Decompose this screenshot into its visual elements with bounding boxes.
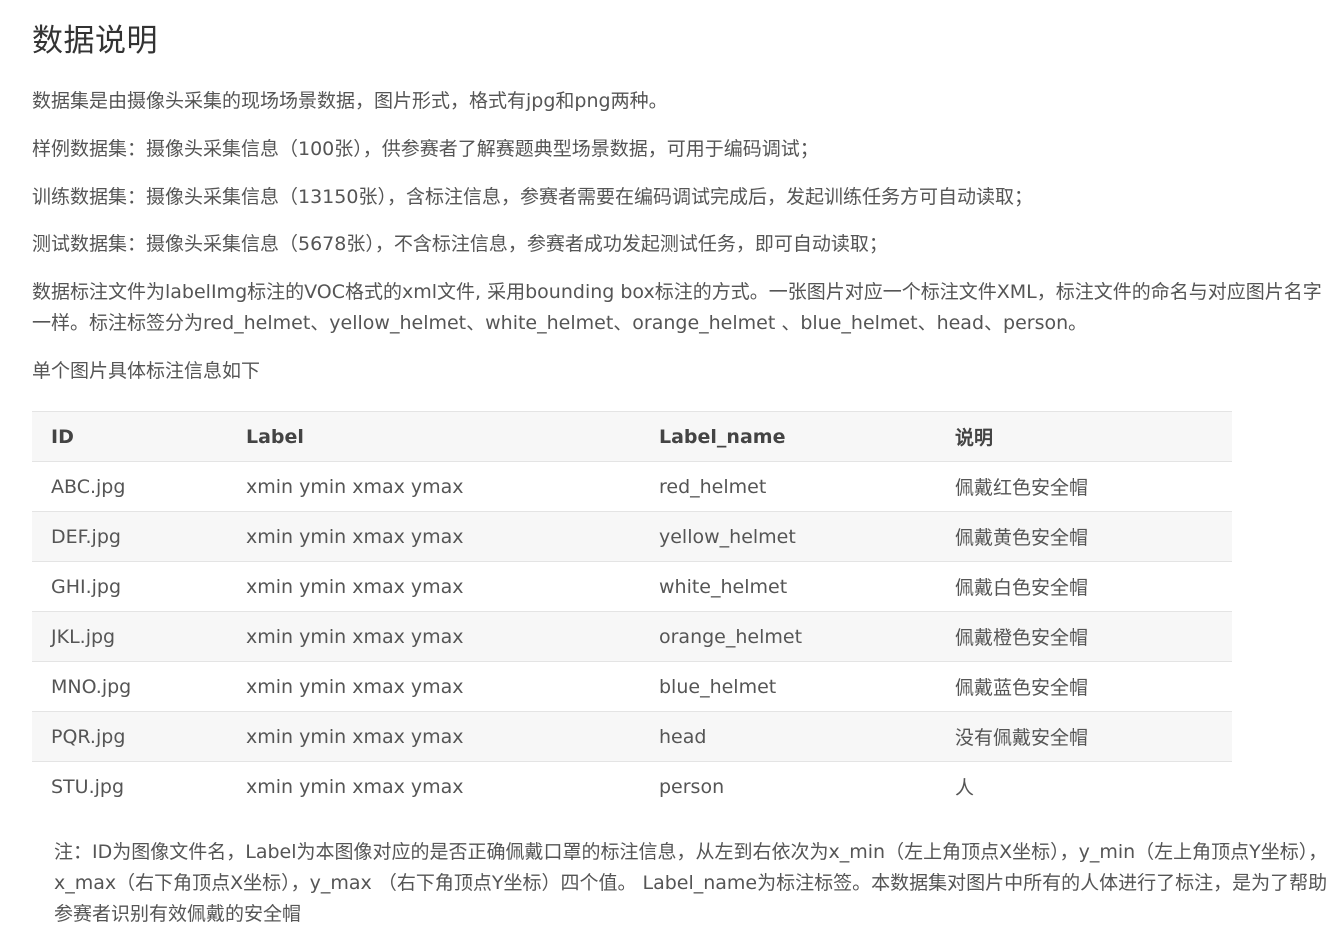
cell-label-name: orange_helmet bbox=[640, 611, 936, 662]
cell-id: JKL.jpg bbox=[32, 611, 227, 662]
cell-id: STU.jpg bbox=[32, 761, 227, 811]
cell-description: 佩戴黄色安全帽 bbox=[936, 511, 1232, 562]
document-page: 数据说明 数据集是由摄像头采集的现场场景数据，图片形式，格式有jpg和png两种… bbox=[0, 0, 1343, 950]
cell-description: 没有佩戴安全帽 bbox=[936, 711, 1232, 762]
table-row: ABC.jpg xmin ymin xmax ymax red_helmet 佩… bbox=[32, 461, 1232, 512]
intro-paragraph: 数据集是由摄像头采集的现场场景数据，图片形式，格式有jpg和png两种。 bbox=[32, 90, 668, 112]
table-footnote: 注：ID为图像文件名，Label为本图像对应的是否正确佩戴口罩的标注信息，从左到… bbox=[54, 841, 1328, 925]
cell-description: 佩戴红色安全帽 bbox=[936, 461, 1232, 512]
header-description: 说明 bbox=[936, 411, 1232, 462]
cell-description: 佩戴蓝色安全帽 bbox=[936, 661, 1232, 712]
cell-description: 人 bbox=[936, 761, 1232, 811]
table-row: DEF.jpg xmin ymin xmax ymax yellow_helme… bbox=[32, 511, 1232, 562]
cell-label: xmin ymin xmax ymax bbox=[227, 511, 640, 562]
cell-label-name: yellow_helmet bbox=[640, 511, 936, 562]
train-dataset-paragraph: 训练数据集：摄像头采集信息（13150张），含标注信息，参赛者需要在编码调试完成… bbox=[32, 186, 1033, 208]
sample-dataset-paragraph: 样例数据集：摄像头采集信息（100张），供参赛者了解赛题典型场景数据，可用于编码… bbox=[32, 138, 819, 160]
table-row: STU.jpg xmin ymin xmax ymax person 人 bbox=[32, 761, 1232, 811]
cell-label-name: red_helmet bbox=[640, 461, 936, 512]
header-id: ID bbox=[32, 411, 227, 462]
table-row: PQR.jpg xmin ymin xmax ymax head 没有佩戴安全帽 bbox=[32, 711, 1232, 762]
cell-label-name: white_helmet bbox=[640, 561, 936, 612]
table-header-row: ID Label Label_name 说明 bbox=[32, 411, 1232, 462]
cell-id: MNO.jpg bbox=[32, 661, 227, 712]
cell-id: DEF.jpg bbox=[32, 511, 227, 562]
cell-label-name: head bbox=[640, 711, 936, 762]
cell-id: PQR.jpg bbox=[32, 711, 227, 762]
cell-label-name: person bbox=[640, 761, 936, 811]
table-row: GHI.jpg xmin ymin xmax ymax white_helmet… bbox=[32, 561, 1232, 612]
cell-description: 佩戴橙色安全帽 bbox=[936, 611, 1232, 662]
cell-label-name: blue_helmet bbox=[640, 661, 936, 712]
page-title: 数据说明 bbox=[32, 23, 158, 59]
table-row: JKL.jpg xmin ymin xmax ymax orange_helme… bbox=[32, 611, 1232, 662]
test-dataset-paragraph: 测试数据集：摄像头采集信息（5678张），不含标注信息，参赛者成功发起测试任务，… bbox=[32, 233, 888, 255]
header-label-name: Label_name bbox=[640, 411, 936, 462]
header-label: Label bbox=[227, 411, 640, 462]
cell-label: xmin ymin xmax ymax bbox=[227, 561, 640, 612]
cell-description: 佩戴白色安全帽 bbox=[936, 561, 1232, 612]
annotation-table: ID Label Label_name 说明 ABC.jpg xmin ymin… bbox=[32, 411, 1232, 811]
cell-label: xmin ymin xmax ymax bbox=[227, 711, 640, 762]
cell-id: ABC.jpg bbox=[32, 461, 227, 512]
cell-id: GHI.jpg bbox=[32, 561, 227, 612]
table-intro-paragraph: 单个图片具体标注信息如下 bbox=[32, 360, 261, 382]
table-row: MNO.jpg xmin ymin xmax ymax blue_helmet … bbox=[32, 661, 1232, 712]
cell-label: xmin ymin xmax ymax bbox=[227, 661, 640, 712]
annotation-format-paragraph: 数据标注文件为labelImg标注的VOC格式的xml文件, 采用boundin… bbox=[32, 281, 1322, 334]
cell-label: xmin ymin xmax ymax bbox=[227, 761, 640, 811]
cell-label: xmin ymin xmax ymax bbox=[227, 461, 640, 512]
cell-label: xmin ymin xmax ymax bbox=[227, 611, 640, 662]
